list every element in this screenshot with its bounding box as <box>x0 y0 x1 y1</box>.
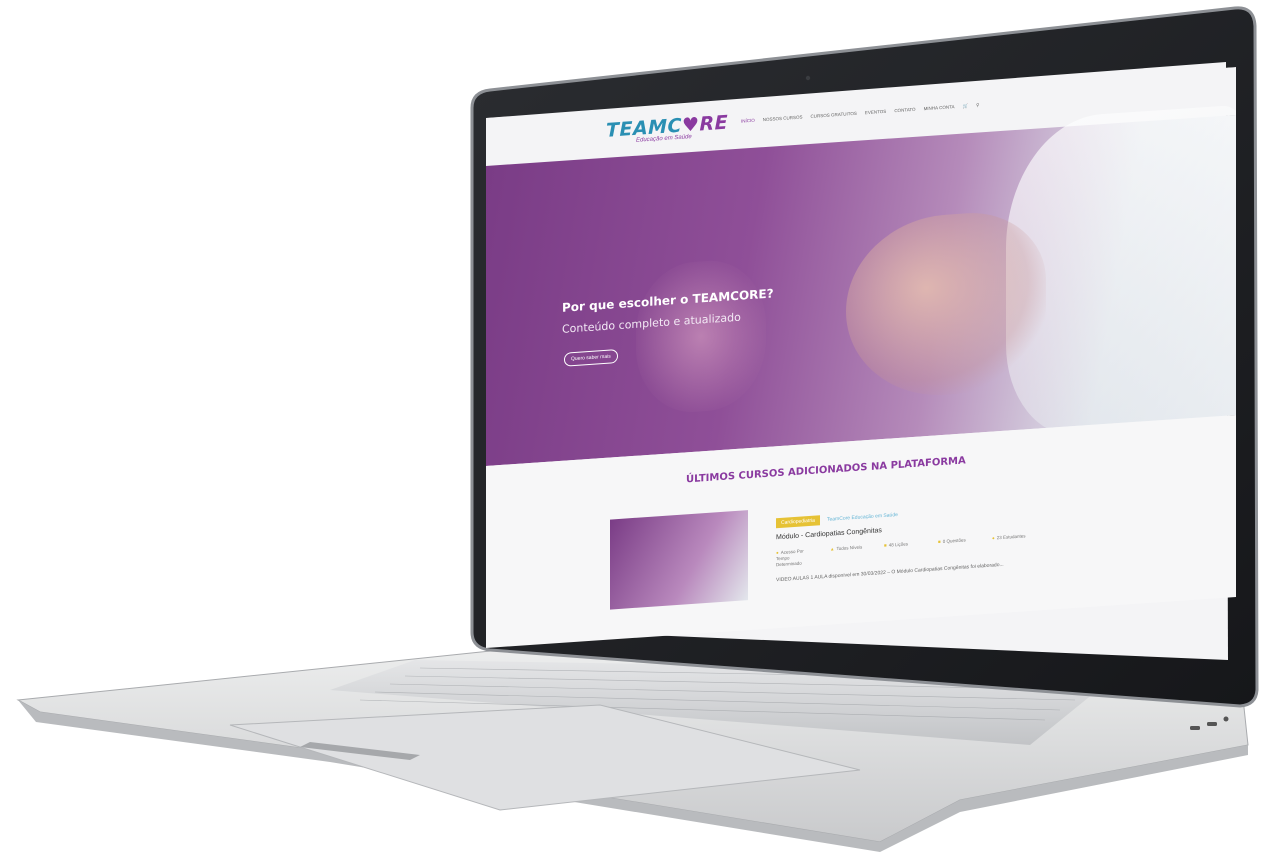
meta-students: ● 23 Estudantes <box>992 533 1030 554</box>
search-icon[interactable]: ⚲ <box>976 102 979 108</box>
puzzle-icon: ■ <box>938 539 941 545</box>
menu-item-contato[interactable]: CONTATO <box>894 107 915 114</box>
meta-lessons-label: 48 Lições <box>888 541 908 548</box>
meta-lessons: ■ 48 Lições <box>884 540 922 561</box>
meta-level-label: Todos Níveis <box>836 544 863 552</box>
meta-access-label: Acesso Por Tempo Determinado <box>776 548 804 568</box>
course-author-badge[interactable]: TeamCore Educação em Saúde <box>822 510 903 525</box>
main-menu: INÍCIO NOSSOS CURSOS CURSOS GRATUITOS EV… <box>741 102 979 124</box>
clock-icon: ● <box>776 550 779 556</box>
menu-item-inicio[interactable]: INÍCIO <box>741 118 755 125</box>
meta-level: ▲ Todos Níveis <box>830 544 868 565</box>
cart-icon[interactable]: 🛒 <box>962 103 968 109</box>
website-screen: TEAMC♥RE Educação em Saúde INÍCIO NOSSOS… <box>486 67 1236 648</box>
level-icon: ▲ <box>830 546 835 552</box>
menu-item-eventos[interactable]: EVENTOS <box>865 109 886 116</box>
course-thumbnail[interactable] <box>610 510 748 610</box>
menu-item-cursos-gratuitos[interactable]: CURSOS GRATUITOS <box>811 111 857 120</box>
webcam <box>805 75 811 81</box>
heart-illustration <box>636 256 766 416</box>
meta-questions-label: 0 Questões <box>942 537 966 544</box>
user-icon: ● <box>992 535 995 541</box>
course-title[interactable]: Módulo - Cardiopatias Congênitas <box>776 527 882 541</box>
logo-text-re: RE <box>699 111 729 136</box>
menu-item-nossos-cursos[interactable]: NOSSOS CURSOS <box>763 114 803 123</box>
hero-cta-button[interactable]: Quero saber mais <box>564 349 618 367</box>
port-2 <box>1207 722 1217 726</box>
section-title: ÚLTIMOS CURSOS ADICIONADOS NA PLATAFORMA <box>686 455 966 486</box>
meta-access: ● Acesso Por Tempo Determinado <box>776 548 814 569</box>
course-category-badge[interactable]: Cardiopediatria <box>776 515 820 529</box>
menu-item-minha-conta[interactable]: MINHA CONTA <box>924 104 955 112</box>
meta-questions: ■ 0 Questões <box>938 537 976 558</box>
port-1 <box>1190 726 1200 730</box>
port-audio <box>1223 716 1229 722</box>
meta-students-label: 23 Estudantes <box>996 533 1026 541</box>
hero-banner: Por que escolher o TEAMCORE? Conteúdo co… <box>486 104 1236 466</box>
folder-icon: ■ <box>884 542 887 548</box>
